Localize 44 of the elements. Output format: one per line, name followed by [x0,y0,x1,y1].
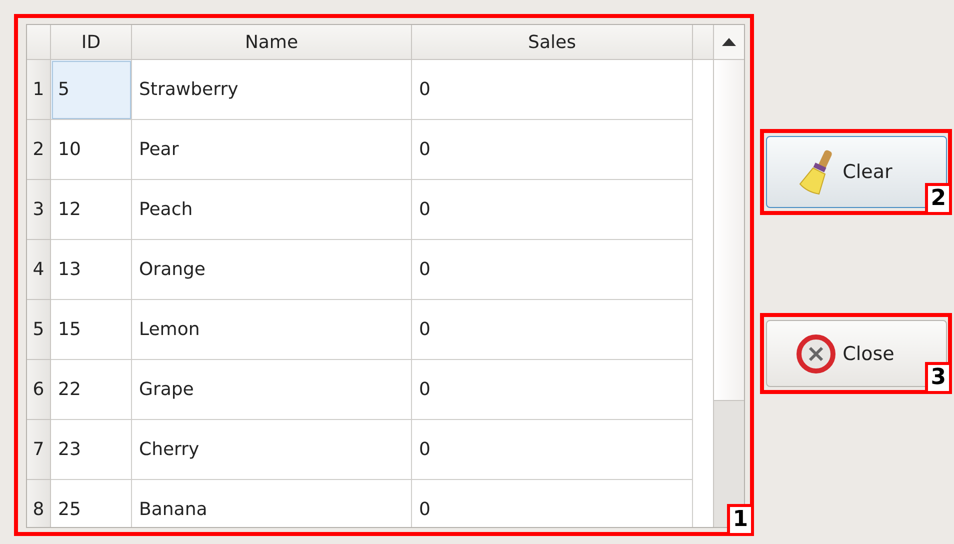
table-cell[interactable]: 0 [412,420,693,480]
column-header[interactable]: ID [51,25,132,60]
column-header[interactable]: Sales [412,25,693,60]
table-cell[interactable]: 0 [412,180,693,240]
up-arrow-icon[interactable] [722,38,736,46]
corner-header[interactable] [27,25,51,60]
table-cell[interactable]: Strawberry [132,60,412,120]
table-cell[interactable]: 13 [51,240,132,300]
table-cell[interactable]: Orange [132,240,412,300]
header-filler [693,25,713,60]
table-cell[interactable]: 0 [412,480,693,527]
table-cell[interactable]: 15 [51,300,132,360]
row-header[interactable]: 8 [27,480,51,527]
table-cell[interactable]: Peach [132,180,412,240]
column-header[interactable]: Name [132,25,412,60]
table-cell[interactable]: 0 [412,120,693,180]
table-cell[interactable]: Lemon [132,300,412,360]
table-cell[interactable]: 23 [51,420,132,480]
row-header[interactable]: 6 [27,360,51,420]
row-header[interactable]: 5 [27,300,51,360]
table-cell[interactable]: 0 [412,240,693,300]
row-header[interactable]: 3 [27,180,51,240]
row-header[interactable]: 1 [27,60,51,120]
row-header[interactable]: 4 [27,240,51,300]
table-cell[interactable]: 0 [412,360,693,420]
table-cell[interactable]: 10 [51,120,132,180]
table-cell[interactable]: 25 [51,480,132,527]
callout-number: 1 [726,504,754,536]
table-cell[interactable]: Pear [132,120,412,180]
table-cell[interactable]: 0 [412,300,693,360]
table-cell[interactable]: Grape [132,360,412,420]
close-icon [794,332,837,374]
row-header[interactable]: 7 [27,420,51,480]
table-cell[interactable]: Banana [132,480,412,527]
scroll-up-button[interactable] [714,25,744,60]
callout-number: 2 [924,183,952,215]
table-cell[interactable]: 22 [51,360,132,420]
table-cell[interactable]: Cherry [132,420,412,480]
table-cell[interactable]: 5 [51,60,132,120]
scrollbar-thumb[interactable] [714,60,744,401]
table-cell[interactable]: 0 [412,60,693,120]
callout-number: 3 [924,362,952,394]
row-header[interactable]: 2 [27,120,51,180]
table-cell[interactable]: 12 [51,180,132,240]
